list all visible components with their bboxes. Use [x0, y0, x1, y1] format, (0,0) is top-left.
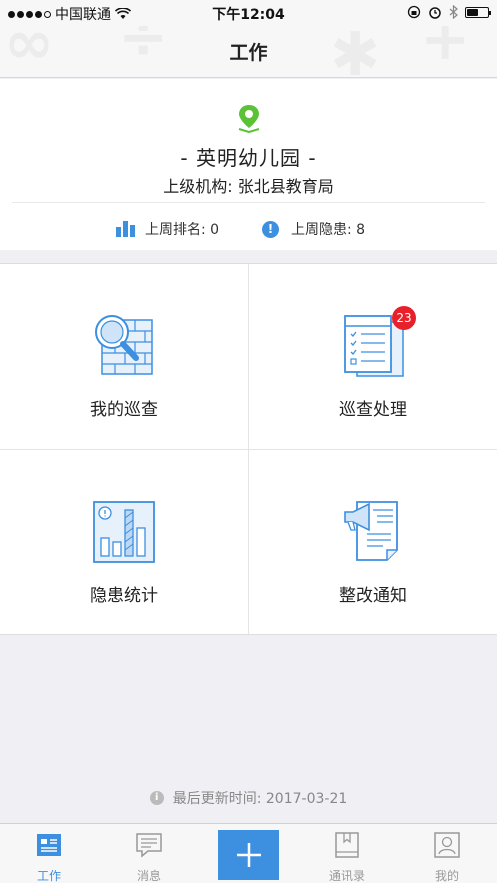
tab-work[interactable]: 工作 [9, 824, 89, 883]
function-grid: 我的巡查 23 巡查处理 隐患统计 整改通知 [0, 263, 497, 636]
weekly-rank: 上周排名: 0 [116, 219, 219, 239]
tab-profile[interactable]: 我的 [407, 824, 487, 883]
bar-chart-stats-icon [93, 501, 155, 563]
tab-messages-label: 消息 [136, 869, 161, 883]
plus-icon [236, 843, 261, 867]
status-bar: 中国联通 下午12:04 [0, 0, 497, 26]
hazard-statistics-label: 隐患统计 [90, 586, 158, 606]
rotation-lock-icon [407, 5, 421, 19]
bar-chart-icon [116, 221, 135, 237]
my-inspection-button[interactable]: 我的巡查 [0, 264, 248, 450]
inspection-processing-label: 巡查处理 [339, 400, 407, 420]
school-info-panel: - 英明幼儿园 - 上级机构: 张北县教育局 上周排名: 0 ! 上周隐患: 8 [0, 79, 497, 250]
nav-bar: ∞ ÷ ✱ + 工作 [0, 26, 497, 78]
last-update: i 最后更新时间: 2017-03-21 [0, 788, 497, 808]
tab-work-label: 工作 [36, 869, 61, 883]
parent-organization: 上级机构: 张北县教育局 [163, 177, 334, 196]
status-icons [407, 5, 491, 19]
info-icon: i [149, 791, 164, 805]
my-inspection-label: 我的巡查 [90, 400, 158, 420]
contacts-book-icon [335, 832, 359, 858]
school-name: - 英明幼儿园 - [180, 146, 317, 170]
work-card-icon [37, 834, 61, 856]
weekly-hazards: ! 上周隐患: 8 [262, 219, 365, 239]
battery-icon [465, 6, 491, 18]
inspection-processing-button[interactable]: 23 巡查处理 [249, 264, 497, 450]
pending-count-badge: 23 [392, 306, 416, 330]
hazard-statistics-button[interactable]: 隐患统计 [0, 450, 248, 636]
rectification-notice-label: 整改通知 [339, 586, 407, 606]
weekly-hazards-text: 上周隐患: 8 [291, 222, 366, 238]
megaphone-notice-icon [344, 501, 398, 561]
tab-contacts-label: 通讯录 [328, 869, 365, 883]
page-title: 工作 [229, 42, 268, 64]
tab-messages[interactable]: 消息 [109, 824, 189, 883]
last-update-text: 最后更新时间: 2017-03-21 [172, 791, 348, 807]
divider [12, 202, 485, 203]
tab-bar: 工作 消息 通讯录 我的 [0, 823, 497, 883]
tab-profile-label: 我的 [434, 869, 459, 883]
tab-contacts[interactable]: 通讯录 [307, 824, 387, 883]
weekly-stats: 上周排名: 0 ! 上周隐患: 8 [0, 219, 497, 241]
profile-icon [434, 832, 460, 858]
location-pin-icon [238, 105, 260, 133]
magnifier-brick-wall-icon [95, 315, 153, 375]
rectification-notice-button[interactable]: 整改通知 [249, 450, 497, 636]
alarm-icon [429, 7, 441, 19]
add-button[interactable] [218, 830, 279, 880]
battery-level [467, 8, 478, 16]
weekly-rank-text: 上周排名: 0 [145, 222, 220, 238]
message-icon [136, 833, 162, 858]
bluetooth-icon [449, 5, 458, 19]
exclamation-icon: ! [262, 220, 279, 238]
